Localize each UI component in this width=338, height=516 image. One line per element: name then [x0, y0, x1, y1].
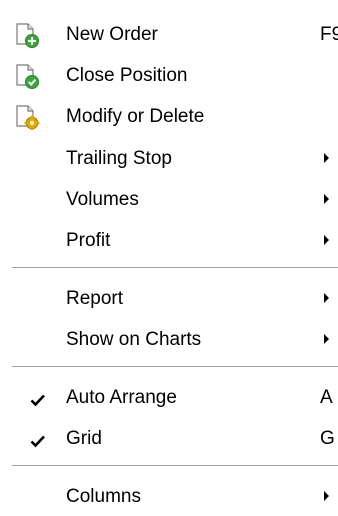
menu-item-label: Modify or Delete — [66, 106, 205, 127]
menu-item-new-order[interactable]: New Order F9 — [0, 14, 338, 54]
context-menu: New Order F9 Close Position Modify or De… — [0, 0, 338, 512]
menu-item-trailing-stop[interactable]: Trailing Stop — [0, 138, 338, 178]
menu-item-label: Profit — [66, 230, 111, 251]
menu-item-close-position[interactable]: Close Position — [0, 55, 338, 95]
menu-item-label: New Order — [66, 24, 158, 45]
menu-item-label: Show on Charts — [66, 329, 202, 350]
menu-item-label: Grid — [66, 428, 102, 449]
menu-item-label: Report — [66, 288, 124, 309]
menu-item-volumes[interactable]: Volumes — [0, 179, 338, 219]
menu-item-modify-or-delete[interactable]: Modify or Delete — [0, 96, 338, 136]
shortcut-text: A — [320, 387, 333, 408]
menu-item-columns[interactable]: Columns — [0, 476, 338, 516]
menu-item-grid[interactable]: Grid G — [0, 418, 338, 458]
submenu-arrow-icon — [324, 491, 329, 501]
shortcut-text: G — [320, 428, 335, 449]
checkmark-icon — [30, 391, 46, 407]
menu-item-label: Volumes — [66, 189, 139, 210]
menu-item-label: Close Position — [66, 65, 188, 86]
modify-delete-icon — [14, 104, 40, 131]
menu-item-report[interactable]: Report — [0, 278, 338, 318]
menu-item-profit[interactable]: Profit — [0, 220, 338, 260]
new-order-icon — [14, 22, 40, 48]
submenu-arrow-icon — [324, 334, 329, 344]
submenu-arrow-icon — [324, 293, 329, 303]
menu-item-label: Auto Arrange — [66, 387, 177, 408]
menu-item-show-on-charts[interactable]: Show on Charts — [0, 319, 338, 359]
submenu-arrow-icon — [324, 194, 329, 204]
close-position-icon — [14, 63, 40, 89]
menu-item-label: Columns — [66, 486, 141, 507]
menu-item-label: Trailing Stop — [66, 148, 172, 169]
checkmark-icon — [30, 432, 46, 448]
menu-separator — [12, 465, 338, 467]
submenu-arrow-icon — [324, 153, 329, 163]
shortcut-text: F9 — [320, 24, 338, 45]
menu-separator — [12, 267, 338, 269]
menu-separator — [12, 366, 338, 368]
submenu-arrow-icon — [324, 235, 329, 245]
menu-item-auto-arrange[interactable]: Auto Arrange A — [0, 377, 338, 417]
